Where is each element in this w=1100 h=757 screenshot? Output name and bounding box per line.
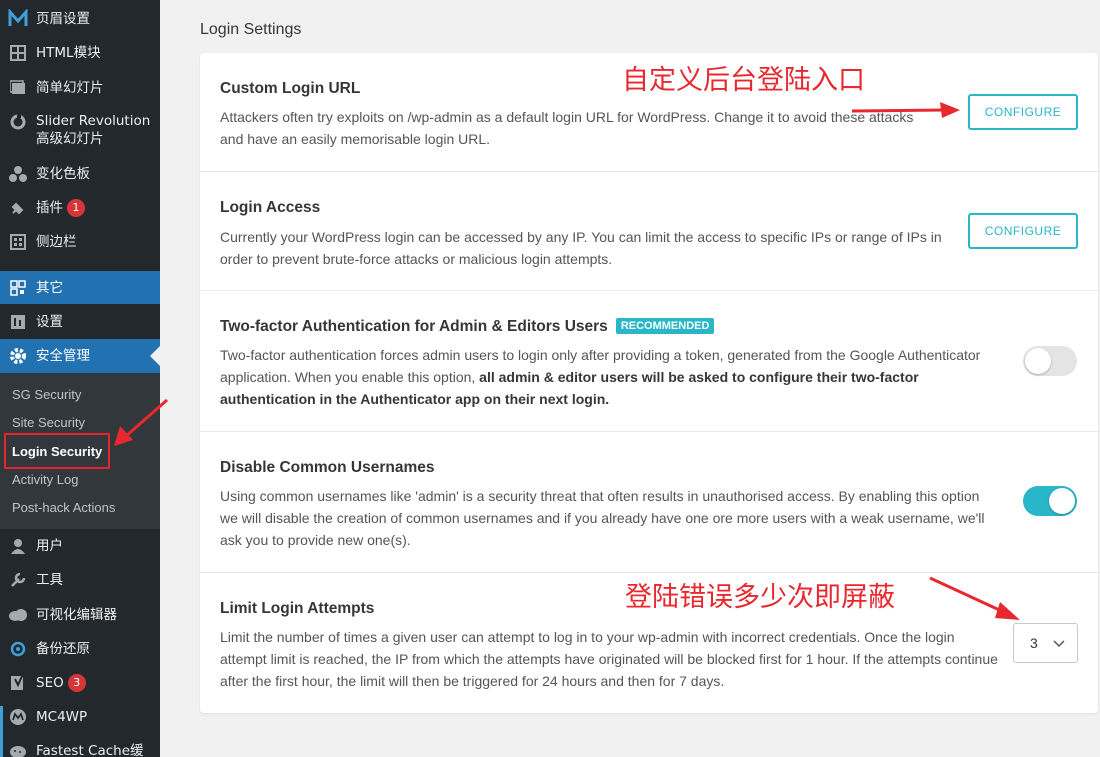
recommended-badge: RECOMMENDED [615, 318, 715, 334]
wrench-icon [8, 570, 28, 590]
menu-label-secondary: 高级幻灯片 [36, 131, 104, 147]
gear-icon [8, 346, 28, 366]
custom-login-url-description: Attackers often try exploits on /wp-admi… [220, 109, 914, 147]
toggle-knob [1025, 348, 1051, 374]
menu-label: 设置 [36, 314, 63, 330]
menu-label: SEO [36, 675, 64, 691]
limit-attempts-title: Limit Login Attempts [220, 600, 375, 617]
submenu-sg-security[interactable]: SG Security [12, 387, 81, 402]
menu-item-tools[interactable]: 工具 [0, 569, 160, 591]
menu-label: 插件 [36, 200, 63, 216]
section-divider [200, 171, 1098, 172]
toggle-knob [1049, 488, 1075, 514]
submenu-post-hack-actions[interactable]: Post-hack Actions [12, 500, 115, 515]
menu-label: MC4WP [36, 709, 88, 725]
admin-sidebar: 页眉设置 HTML模块 简单幻灯片 Slider Revolution 高级幻灯… [0, 0, 160, 757]
common-usernames-description: Using common usernames like 'admin' is a… [220, 488, 985, 548]
menu-label: HTML模块 [36, 45, 101, 61]
limit-attempts-description: Limit the number of times a given user c… [220, 629, 998, 689]
login-access-title: Login Access [220, 199, 321, 216]
page-title: Login Settings [200, 21, 302, 38]
section-divider [200, 290, 1098, 291]
menu-label: 可视化编辑器 [36, 607, 117, 623]
menu-label: Fastest Cache缓 [36, 743, 144, 757]
menu-item-seo[interactable]: SEO 3 [0, 672, 160, 694]
login-access-description: Currently your WordPress login can be ac… [220, 229, 942, 267]
cloud-icon [8, 605, 28, 625]
two-factor-toggle[interactable] [1023, 346, 1077, 376]
menu-item-color-palette[interactable]: 变化色板 [0, 163, 160, 185]
two-factor-title-row: Two-factor Authentication for Admin & Ed… [220, 318, 715, 336]
sidebar-edge-accent [0, 706, 3, 757]
menu-label: 简单幻灯片 [36, 80, 104, 96]
section-divider [200, 431, 1098, 432]
menu-item-fastest-cache[interactable]: Fastest Cache缓 [0, 740, 160, 757]
slides-icon [8, 78, 28, 98]
custom-login-url-title: Custom Login URL [220, 80, 361, 97]
current-menu-pointer [150, 346, 160, 366]
menu-item-header-settings[interactable]: 页眉设置 [0, 8, 160, 30]
menu-item-html-module[interactable]: HTML模块 [0, 42, 160, 64]
menu-label: 备份还原 [36, 641, 90, 657]
menu-item-visual-editor[interactable]: 可视化编辑器 [0, 604, 160, 626]
menu-item-backup-restore[interactable]: 备份还原 [0, 638, 160, 660]
menu-item-sidebars[interactable]: 侧边栏 [0, 231, 160, 253]
menu-label: 侧边栏 [36, 234, 77, 250]
cheetah-icon [8, 741, 28, 757]
menu-label: Slider Revolution [36, 113, 151, 129]
yoast-icon [8, 673, 28, 693]
seo-notification-badge: 3 [67, 674, 86, 692]
common-usernames-title: Disable Common Usernames [220, 459, 435, 476]
menu-label: 安全管理 [36, 348, 90, 364]
menu-item-mc4wp[interactable]: MC4WP [0, 706, 160, 728]
menu-item-users[interactable]: 用户 [0, 535, 160, 557]
refresh-icon [8, 112, 28, 132]
menu-label: 工具 [36, 572, 63, 588]
menu-label: 用户 [36, 538, 63, 554]
menu-label: 变化色板 [36, 166, 90, 182]
backup-icon [8, 639, 28, 659]
section-divider [200, 572, 1098, 573]
annotation-login-error-block: 登陆错误多少次即屏蔽 [625, 582, 895, 613]
common-usernames-toggle[interactable] [1023, 486, 1077, 516]
two-factor-description: Two-factor authentication forces admin u… [220, 344, 990, 410]
grid-icon [8, 43, 28, 63]
menu-item-simple-slides[interactable]: 简单幻灯片 [0, 77, 160, 99]
menu-item-settings[interactable]: 设置 [0, 311, 160, 333]
user-icon [8, 536, 28, 556]
palette-icon [8, 164, 28, 184]
menu-item-plugins[interactable]: 插件 1 [0, 197, 160, 219]
login-attempts-select[interactable]: 3 [1013, 623, 1078, 663]
annotation-custom-login-entry: 自定义后台登陆入口 [622, 65, 865, 96]
plugin-update-badge: 1 [67, 199, 85, 217]
submenu-activity-log[interactable]: Activity Log [12, 472, 78, 487]
qr-icon [8, 278, 28, 298]
submenu-site-security[interactable]: Site Security [12, 415, 85, 430]
chevron-down-icon [1053, 635, 1065, 651]
mc4wp-icon [8, 707, 28, 727]
menu-label: 其它 [36, 279, 63, 296]
menu-item-other[interactable]: 其它 [0, 271, 160, 304]
m-logo-icon [8, 9, 28, 29]
custom-login-configure-button[interactable]: CONFIGURE [968, 94, 1078, 130]
menu-item-slider-revolution[interactable]: Slider Revolution 高级幻灯片 [0, 112, 160, 150]
login-security-highlight-box [4, 433, 110, 469]
two-factor-title: Two-factor Authentication for Admin & Ed… [220, 318, 608, 335]
sidebar-icon [8, 232, 28, 252]
settings-icon [8, 312, 28, 332]
menu-label: 页眉设置 [36, 11, 90, 27]
select-value: 3 [1030, 635, 1038, 651]
login-access-configure-button[interactable]: CONFIGURE [968, 213, 1078, 249]
plugin-icon [8, 198, 28, 218]
menu-item-security-management[interactable]: 安全管理 [0, 339, 160, 373]
